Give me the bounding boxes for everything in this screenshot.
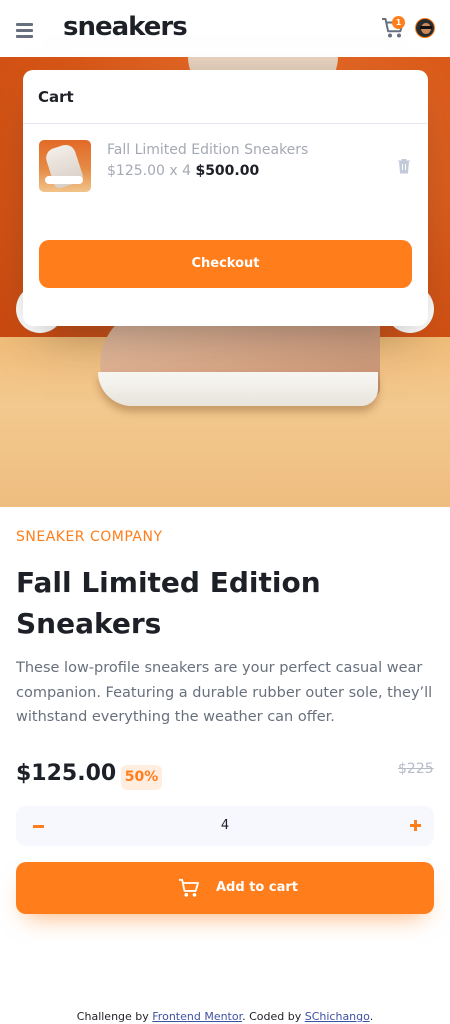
delete-icon[interactable]: [397, 158, 411, 174]
cart-dropdown: Cart Fall Limited Edition Sneakers $125.…: [23, 70, 428, 326]
cart-count-badge: 1: [392, 16, 405, 29]
discount-badge: 50%: [121, 765, 162, 790]
cart-item-name: Fall Limited Edition Sneakers: [107, 142, 309, 158]
cart-item-price: $125.00 x 4 $500.00: [107, 163, 259, 179]
divider: [23, 123, 428, 124]
minus-icon[interactable]: [28, 806, 48, 846]
cart-item-thumbnail: [39, 140, 91, 192]
product-title: Fall Limited Edition Sneakers: [16, 566, 321, 640]
cart-title: Cart: [38, 88, 74, 106]
footer-middle: . Coded by: [242, 1010, 305, 1023]
menu-icon[interactable]: [16, 23, 33, 38]
quantity-stepper: 4: [16, 806, 434, 846]
add-to-cart-button[interactable]: Add to cart: [16, 862, 434, 914]
product-description: These low-profile sneakers are your perf…: [16, 660, 433, 725]
header: sneakers 1: [0, 0, 450, 57]
frontend-mentor-link[interactable]: Frontend Mentor: [152, 1010, 242, 1023]
checkout-button[interactable]: Checkout: [39, 240, 412, 288]
attribution-footer: Challenge by Frontend Mentor. Coded by S…: [0, 1010, 450, 1023]
logo[interactable]: sneakers: [63, 12, 188, 42]
quantity-value: 4: [220, 818, 230, 833]
cart-item-unit-price: $125.00 x 4: [107, 163, 191, 179]
cart-item-total: $500.00: [195, 163, 260, 179]
footer-prefix: Challenge by: [76, 1010, 153, 1023]
current-price: $125.00: [16, 761, 117, 786]
plus-icon[interactable]: [406, 806, 426, 846]
avatar[interactable]: [415, 18, 435, 38]
author-link[interactable]: SChichango: [305, 1010, 370, 1023]
add-to-cart-label: Add to cart: [216, 880, 298, 895]
original-price: $225: [398, 761, 434, 777]
footer-suffix: .: [369, 1010, 374, 1023]
cart-icon: [179, 878, 199, 897]
company-name: SNEAKER COMPANY: [16, 529, 163, 545]
